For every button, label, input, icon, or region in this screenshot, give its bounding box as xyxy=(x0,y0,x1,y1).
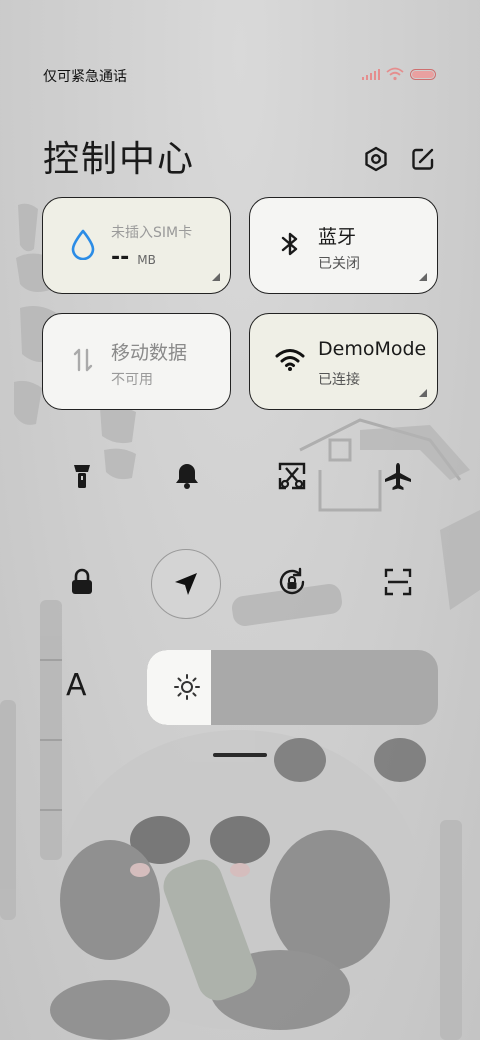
expand-corner-icon xyxy=(419,389,427,397)
tile-bluetooth[interactable]: 蓝牙 已关闭 xyxy=(249,197,438,294)
bell-icon xyxy=(176,464,198,489)
edit-button[interactable] xyxy=(410,146,436,172)
tile-data-usage[interactable]: 未插入SIM卡 -- MB xyxy=(42,197,231,294)
rotation-lock-icon xyxy=(279,567,305,595)
expand-corner-icon xyxy=(419,273,427,281)
wifi-network-name: DemoMode xyxy=(318,338,427,360)
settings-icon xyxy=(365,146,387,172)
expand-corner-icon xyxy=(212,273,220,281)
sun-icon xyxy=(174,674,200,700)
location-icon xyxy=(175,573,197,595)
airplane-icon xyxy=(385,463,411,490)
data-arrows-icon xyxy=(73,348,93,372)
battery-icon xyxy=(410,68,436,80)
toggle-scanner[interactable] xyxy=(373,557,423,607)
brightness-slider[interactable] xyxy=(147,650,438,725)
mobile-data-status: 不可用 xyxy=(111,372,153,388)
toggle-screenshot[interactable] xyxy=(267,451,317,501)
data-usage-value: -- xyxy=(111,245,130,270)
scan-icon xyxy=(384,568,412,596)
toggle-sound[interactable] xyxy=(162,451,212,501)
wifi-status: 已连接 xyxy=(318,372,360,388)
toggle-lock-screen[interactable] xyxy=(57,557,107,607)
tile-wifi[interactable]: DemoMode 已连接 xyxy=(249,313,438,410)
lock-icon xyxy=(72,568,92,594)
data-usage-unit: MB xyxy=(137,253,156,267)
water-drop-icon xyxy=(71,229,95,260)
toggle-airplane-mode[interactable] xyxy=(373,451,423,501)
bluetooth-status: 已关闭 xyxy=(318,256,360,272)
carrier-text: 仅可紧急通话 xyxy=(43,69,127,85)
flashlight-icon xyxy=(74,465,90,488)
wifi-icon xyxy=(386,67,404,81)
settings-button[interactable] xyxy=(363,146,389,172)
screenshot-scissors-icon xyxy=(278,462,306,490)
page-title: 控制中心 xyxy=(43,139,196,180)
bluetooth-icon xyxy=(281,232,298,256)
wifi-icon xyxy=(275,349,305,371)
edit-icon xyxy=(412,148,434,170)
status-bar: 仅可紧急通话 xyxy=(0,0,480,150)
mobile-data-label: 移动数据 xyxy=(111,342,188,364)
signal-bars-icon xyxy=(362,68,380,80)
brightness-auto-label: A xyxy=(66,668,87,703)
bluetooth-label: 蓝牙 xyxy=(318,226,357,248)
sim-status-label: 未插入SIM卡 xyxy=(111,225,193,241)
toggle-location[interactable] xyxy=(151,549,221,619)
toggle-rotation-lock[interactable] xyxy=(267,557,317,607)
toggle-flashlight[interactable] xyxy=(57,451,107,501)
drag-handle[interactable] xyxy=(213,753,267,757)
tile-mobile-data[interactable]: 移动数据 不可用 xyxy=(42,313,231,410)
